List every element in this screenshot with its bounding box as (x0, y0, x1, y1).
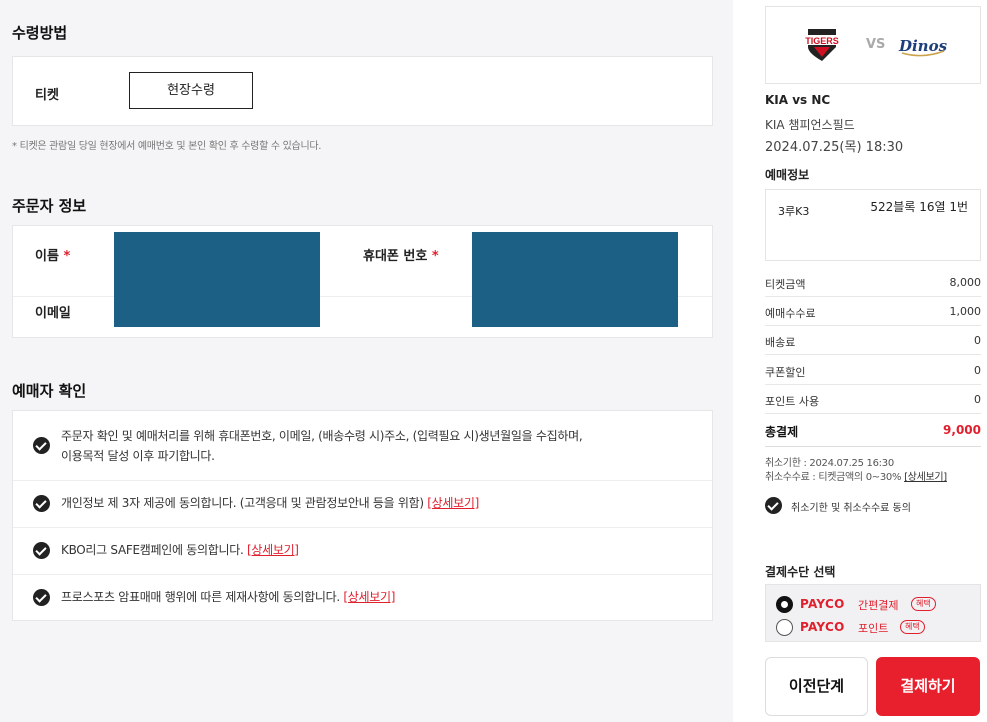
cancel-info: 취소기한 : 2024.07.25 16:30 취소수수료 : 티켓금액의 0~… (765, 458, 947, 483)
agreement-item[interactable]: 프로스포츠 암표매매 행위에 따른 제재사항에 동의합니다. [상세보기] (13, 574, 712, 621)
email-label: 이메일 (35, 306, 71, 321)
payco-brand: PAYCO (800, 620, 845, 634)
price-row: 배송료 0 (765, 326, 981, 355)
order-summary: TIGERS VS Dinos KIA vs NC KIA 챔피언스필드 202… (733, 0, 987, 722)
pickup-note: * 티켓은 관람일 당일 현장에서 예매번호 및 본인 확인 후 수령할 수 있… (12, 141, 322, 152)
seat-info-box: 3루K3 522블록 16열 1번 (765, 189, 981, 261)
pay-kind: 포인트 (858, 622, 889, 635)
agreement-panel: 주문자 확인 및 예매처리를 위해 휴대폰번호, 이메일, (배송수령 시)주소… (12, 410, 713, 621)
benefit-badge[interactable]: 혜택 (911, 597, 936, 611)
onsite-pickup-button[interactable]: 현장수령 (129, 72, 253, 109)
matchup-card: TIGERS VS Dinos (765, 6, 981, 84)
check-icon[interactable] (33, 589, 50, 606)
match-datetime: 2024.07.25(목) 18:30 (765, 140, 904, 155)
tigers-logo-icon: TIGERS (802, 29, 842, 61)
vs-text: VS (866, 37, 886, 52)
phone-input-masked[interactable] (472, 232, 678, 327)
cancel-agree-label: 취소기한 및 취소수수료 동의 (791, 503, 911, 514)
match-title: KIA vs NC (765, 93, 831, 107)
price-row: 포인트 사용 0 (765, 385, 981, 414)
check-icon[interactable] (33, 495, 50, 512)
check-icon[interactable] (33, 437, 50, 454)
check-icon[interactable] (765, 497, 782, 514)
ticket-label: 티켓 (35, 88, 59, 103)
name-email-input-masked[interactable] (114, 232, 320, 327)
payment-method-title: 결제수단 선택 (765, 565, 836, 579)
payco-brand: PAYCO (800, 597, 845, 611)
dinos-logo-icon: Dinos (898, 37, 948, 57)
cancel-detail-link[interactable]: [상세보기] (904, 472, 947, 483)
agreement-text: 개인정보 제 3자 제공에 동의합니다. (고객응대 및 관람정보안내 등을 위… (61, 496, 479, 510)
orderer-panel: 이름 * 휴대폰 번호 * 이메일 (12, 225, 713, 338)
confirm-section-title: 예매자 확인 (12, 382, 87, 400)
name-label: 이름 * (35, 249, 71, 264)
radio-selected[interactable] (776, 596, 793, 613)
agreement-text: 주문자 확인 및 예매처리를 위해 휴대폰번호, 이메일, (배송수령 시)주소… (61, 429, 583, 463)
price-row: 쿠폰할인 0 (765, 356, 981, 385)
detail-link[interactable]: [상세보기] (343, 590, 395, 604)
agreement-item[interactable]: 개인정보 제 3자 제공에 동의합니다. (고객응대 및 관람정보안내 등을 위… (13, 480, 712, 527)
payment-options: PAYCO 간편결제 혜택 PAYCO 포인트 혜택 (765, 584, 981, 642)
total-row: 총결제 9,000 (765, 415, 981, 447)
pickup-panel: 티켓 현장수령 (12, 56, 713, 126)
booking-info-title: 예매정보 (765, 168, 810, 182)
agreement-text: 프로스포츠 암표매매 행위에 따른 제재사항에 동의합니다. [상세보기] (61, 590, 396, 604)
check-icon[interactable] (33, 542, 50, 559)
pay-kind: 간편결제 (858, 599, 899, 612)
benefit-badge[interactable]: 혜택 (900, 620, 925, 634)
venue: KIA 챔피언스필드 (765, 118, 855, 132)
radio-unselected[interactable] (776, 619, 793, 636)
previous-step-button[interactable]: 이전단계 (765, 657, 868, 716)
order-form: 수령방법 티켓 현장수령 * 티켓은 관람일 당일 현장에서 예매번호 및 본인… (0, 0, 733, 722)
orderer-section-title: 주문자 정보 (12, 197, 87, 215)
price-row: 예매수수료 1,000 (765, 297, 981, 326)
detail-link[interactable]: [상세보기] (427, 496, 479, 510)
pickup-section-title: 수령방법 (12, 24, 68, 42)
pay-button[interactable]: 결제하기 (876, 657, 980, 716)
seat-detail: 522블록 16열 1번 (870, 200, 968, 214)
agreement-item[interactable]: KBO리그 SAFE캠페인에 동의합니다. [상세보기] (13, 527, 712, 574)
price-row: 티켓금액 8,000 (765, 268, 981, 297)
phone-label: 휴대폰 번호 * (363, 249, 439, 264)
svg-text:TIGERS: TIGERS (805, 36, 839, 46)
seat-zone: 3루K3 (778, 205, 810, 218)
agreement-item[interactable]: 주문자 확인 및 예매처리를 위해 휴대폰번호, 이메일, (배송수령 시)주소… (13, 411, 712, 480)
detail-link[interactable]: [상세보기] (247, 543, 299, 557)
agreement-text: KBO리그 SAFE캠페인에 동의합니다. [상세보기] (61, 543, 299, 557)
